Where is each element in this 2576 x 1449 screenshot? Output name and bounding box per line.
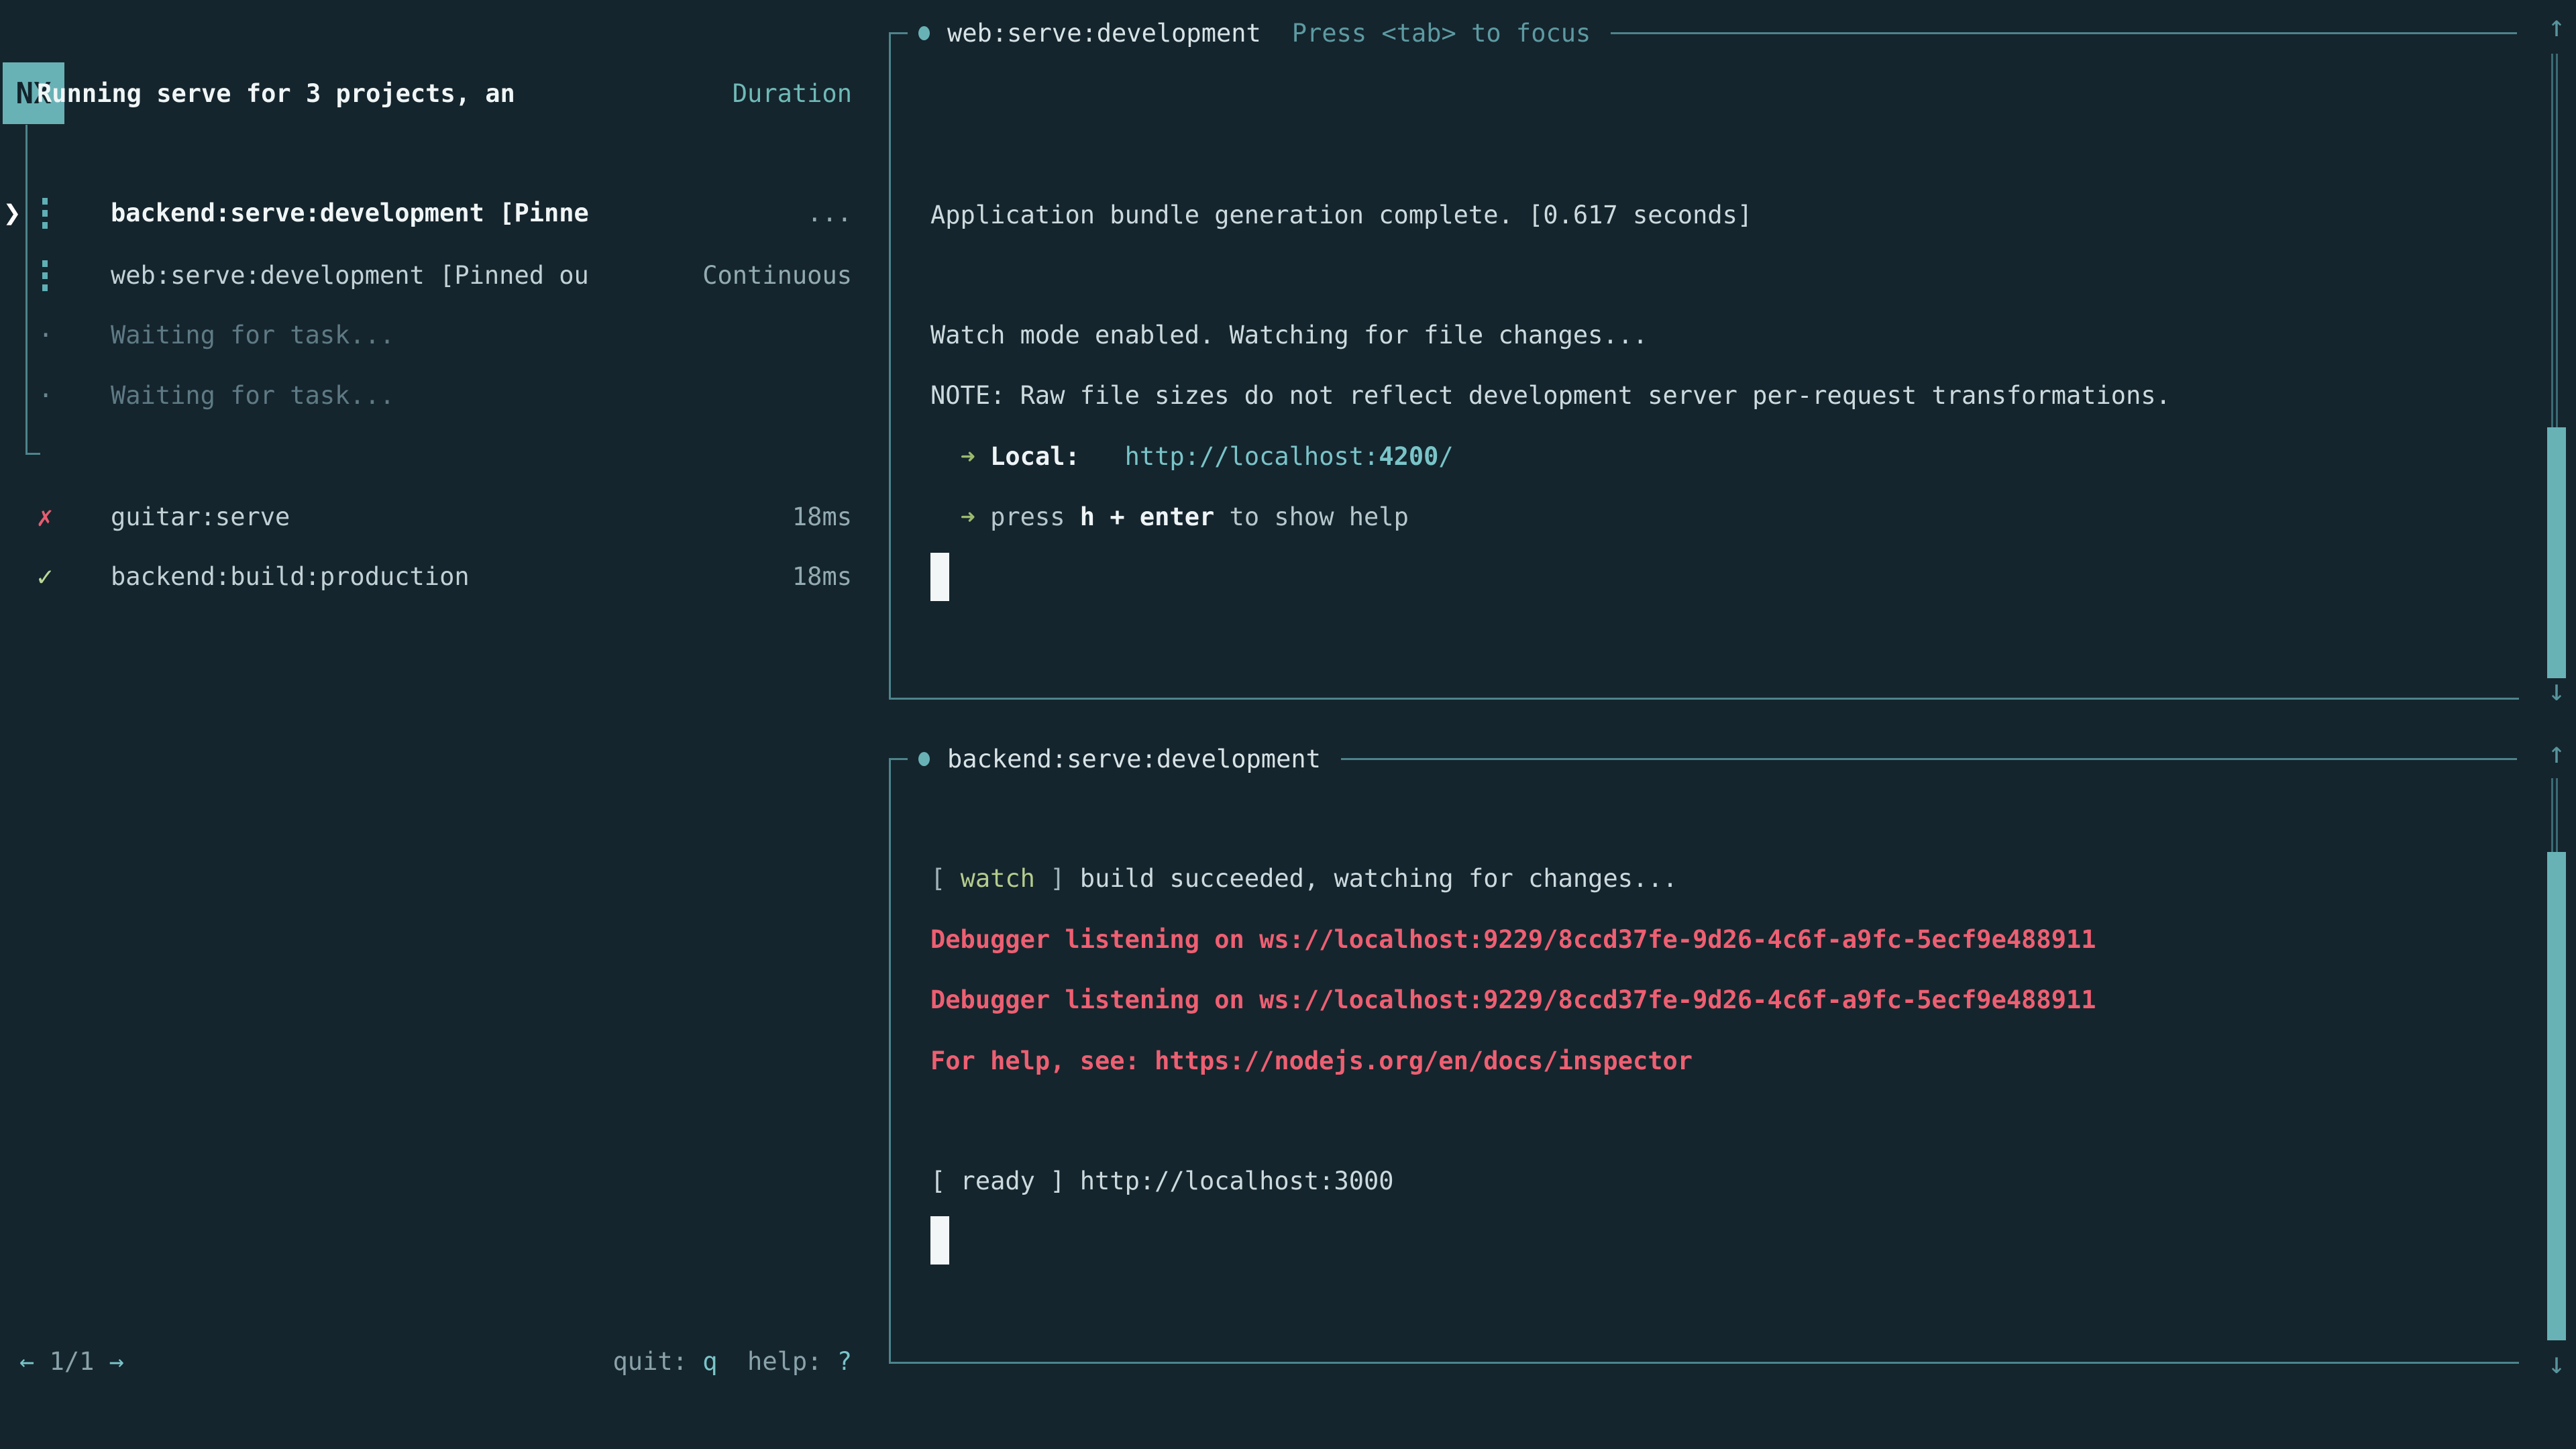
quit-key: q xyxy=(702,1347,717,1376)
terminal-line-inspector-help: For help, see: https://nodejs.org/en/doc… xyxy=(930,1031,1693,1091)
border-line xyxy=(1611,32,2517,34)
task-row-web-serve[interactable]: web:serve:development [Pinned ou Continu… xyxy=(37,246,852,306)
scroll-down-icon[interactable]: ↓ xyxy=(2541,671,2572,711)
focus-hint: Press <tab> to focus xyxy=(1292,19,1591,48)
pane-backend-serve: backend:serve:development [ watch ] buil… xyxy=(889,759,2519,1364)
task-row-waiting-1[interactable]: Waiting for task... xyxy=(37,305,852,366)
scrollbar-track[interactable] xyxy=(2551,778,2558,852)
scrollbar-thumb[interactable] xyxy=(2547,427,2566,678)
terminal-line: Application bundle generation complete. … xyxy=(930,185,1752,246)
terminal-line-debugger: Debugger listening on ws://localhost:922… xyxy=(930,910,2096,970)
task-list-title: Running serve for 3 projects, an xyxy=(37,64,515,124)
pane-header[interactable]: backend:serve:development xyxy=(889,729,2517,789)
pane-title: backend:serve:development xyxy=(947,745,1321,773)
task-row-backend-build[interactable]: backend:build:production 18ms xyxy=(37,547,852,607)
task-row-backend-serve[interactable]: backend:serve:development [Pinne ... xyxy=(37,183,852,244)
terminal-line-watch: [ watch ] build succeeded, watching for … xyxy=(930,849,1678,909)
task-tree-line-foot xyxy=(25,453,40,455)
arrow-icon: ➜ xyxy=(961,502,975,531)
running-status-dot-icon xyxy=(918,752,930,766)
help-key: ? xyxy=(837,1347,852,1376)
arrow-icon: ➜ xyxy=(961,442,975,471)
quit-label: quit: xyxy=(613,1347,688,1376)
task-row-guitar-serve[interactable]: guitar:serve 18ms xyxy=(37,487,852,547)
duration-column-header: Duration xyxy=(733,64,852,124)
scrollbar-track[interactable] xyxy=(2551,54,2558,427)
scroll-up-icon[interactable]: ↑ xyxy=(2541,7,2572,47)
task-label: Waiting for task... xyxy=(37,366,394,426)
terminal-line-local-url: ➜ Local: http://localhost:4200/ xyxy=(930,427,1454,487)
terminal-line-help-hint: ➜ press h + enter to show help xyxy=(930,487,1409,547)
task-label: web:serve:development [Pinned ou xyxy=(37,246,589,306)
task-duration: Continuous xyxy=(702,246,852,306)
task-duration: 18ms xyxy=(792,487,852,547)
page-indicator: 1/1 xyxy=(50,1347,95,1376)
border-tick xyxy=(889,32,908,34)
border-line xyxy=(1341,758,2517,760)
pane-web-serve: web:serve:development Press <tab> to foc… xyxy=(889,33,2519,700)
pane-header[interactable]: web:serve:development Press <tab> to foc… xyxy=(889,3,2517,63)
next-page-arrow-icon[interactable]: → xyxy=(109,1347,124,1376)
task-tree-line xyxy=(25,125,28,455)
terminal-line: Watch mode enabled. Watching for file ch… xyxy=(930,305,1648,366)
task-label: Waiting for task... xyxy=(37,305,394,366)
scrollbar-thumb[interactable] xyxy=(2547,852,2566,1340)
prev-page-arrow-icon[interactable]: ← xyxy=(19,1347,34,1376)
task-label: backend:serve:development [Pinne xyxy=(37,183,589,244)
task-label: guitar:serve xyxy=(37,487,290,547)
keyboard-shortcuts: quit: q help: ? xyxy=(613,1332,852,1392)
scroll-down-icon[interactable]: ↓ xyxy=(2541,1344,2572,1384)
local-url-link[interactable]: http://localhost:4200/ xyxy=(1125,442,1454,471)
pane-title: web:serve:development xyxy=(947,19,1261,48)
border-tick xyxy=(889,758,908,760)
terminal-line-ready: [ ready ] http://localhost:3000 xyxy=(930,1151,1394,1212)
task-row-waiting-2[interactable]: Waiting for task... xyxy=(37,366,852,426)
scroll-up-icon[interactable]: ↑ xyxy=(2541,733,2572,773)
terminal-line-debugger: Debugger listening on ws://localhost:922… xyxy=(930,970,2096,1030)
terminal-cursor xyxy=(930,553,949,601)
terminal-line: NOTE: Raw file sizes do not reflect deve… xyxy=(930,366,2171,426)
help-label: help: xyxy=(747,1347,822,1376)
task-duration: ... xyxy=(807,183,852,244)
task-duration: 18ms xyxy=(792,547,852,607)
nx-tui-screen: NX Running serve for 3 projects, an Dura… xyxy=(0,0,2576,1449)
selected-task-chevron-icon: ❯ xyxy=(3,183,21,244)
task-label: backend:build:production xyxy=(37,547,470,607)
running-status-dot-icon xyxy=(918,26,930,40)
pagination: ← 1/1 → xyxy=(19,1332,124,1392)
terminal-cursor xyxy=(930,1216,949,1265)
